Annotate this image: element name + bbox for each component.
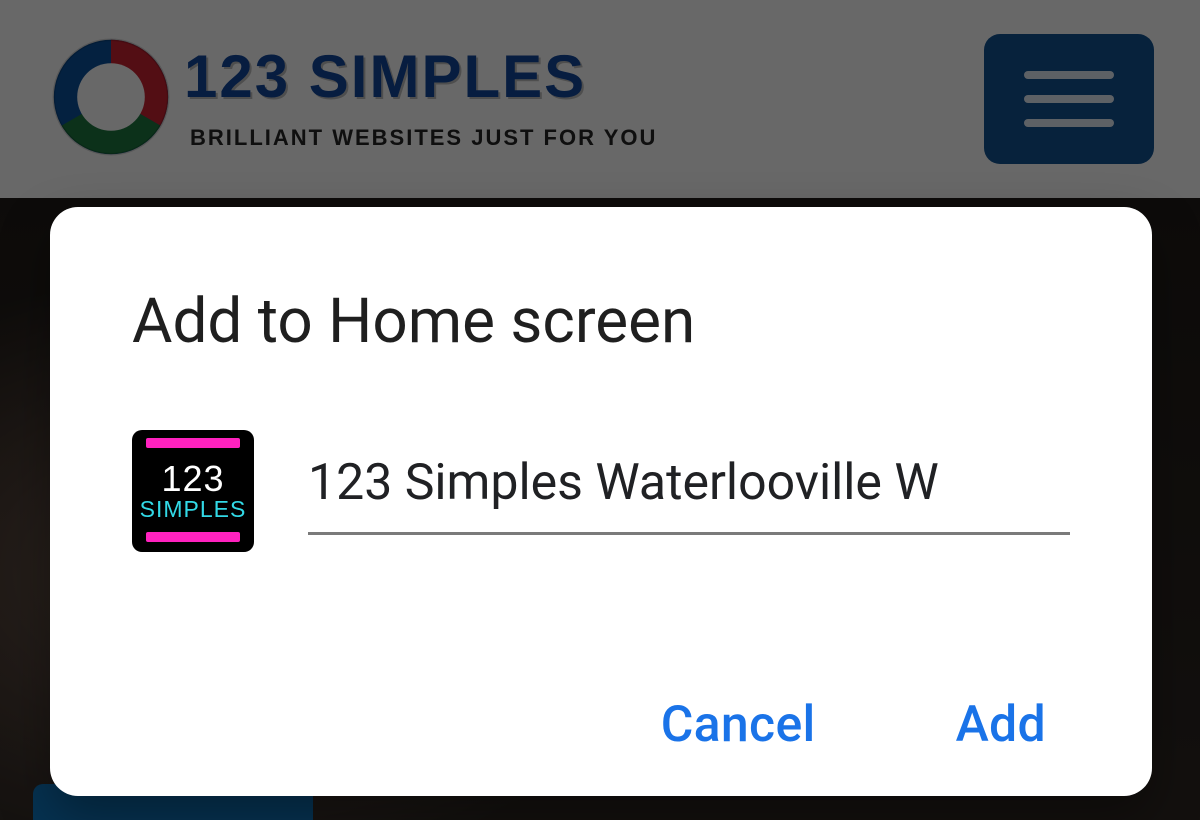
shortcut-name-input[interactable] bbox=[308, 448, 1070, 535]
app-icon-accent-bar bbox=[146, 438, 240, 448]
cancel-button[interactable]: Cancel bbox=[661, 696, 816, 754]
add-button[interactable]: Add bbox=[956, 696, 1046, 754]
app-icon-accent-bar bbox=[146, 532, 240, 542]
dialog-title: Add to Home screen bbox=[50, 207, 1152, 402]
screen: 123 SIMPLES BRILLIANT WEBSITES JUST FOR … bbox=[0, 0, 1200, 820]
app-icon: 123 SIMPLES bbox=[132, 430, 254, 552]
add-to-home-screen-dialog: Add to Home screen 123 SIMPLES Cancel Ad… bbox=[50, 207, 1152, 796]
app-icon-line2: SIMPLES bbox=[132, 496, 254, 523]
dialog-body: 123 SIMPLES bbox=[50, 402, 1152, 562]
app-icon-line1: 123 bbox=[132, 458, 254, 500]
dialog-actions: Cancel Add bbox=[50, 666, 1152, 796]
